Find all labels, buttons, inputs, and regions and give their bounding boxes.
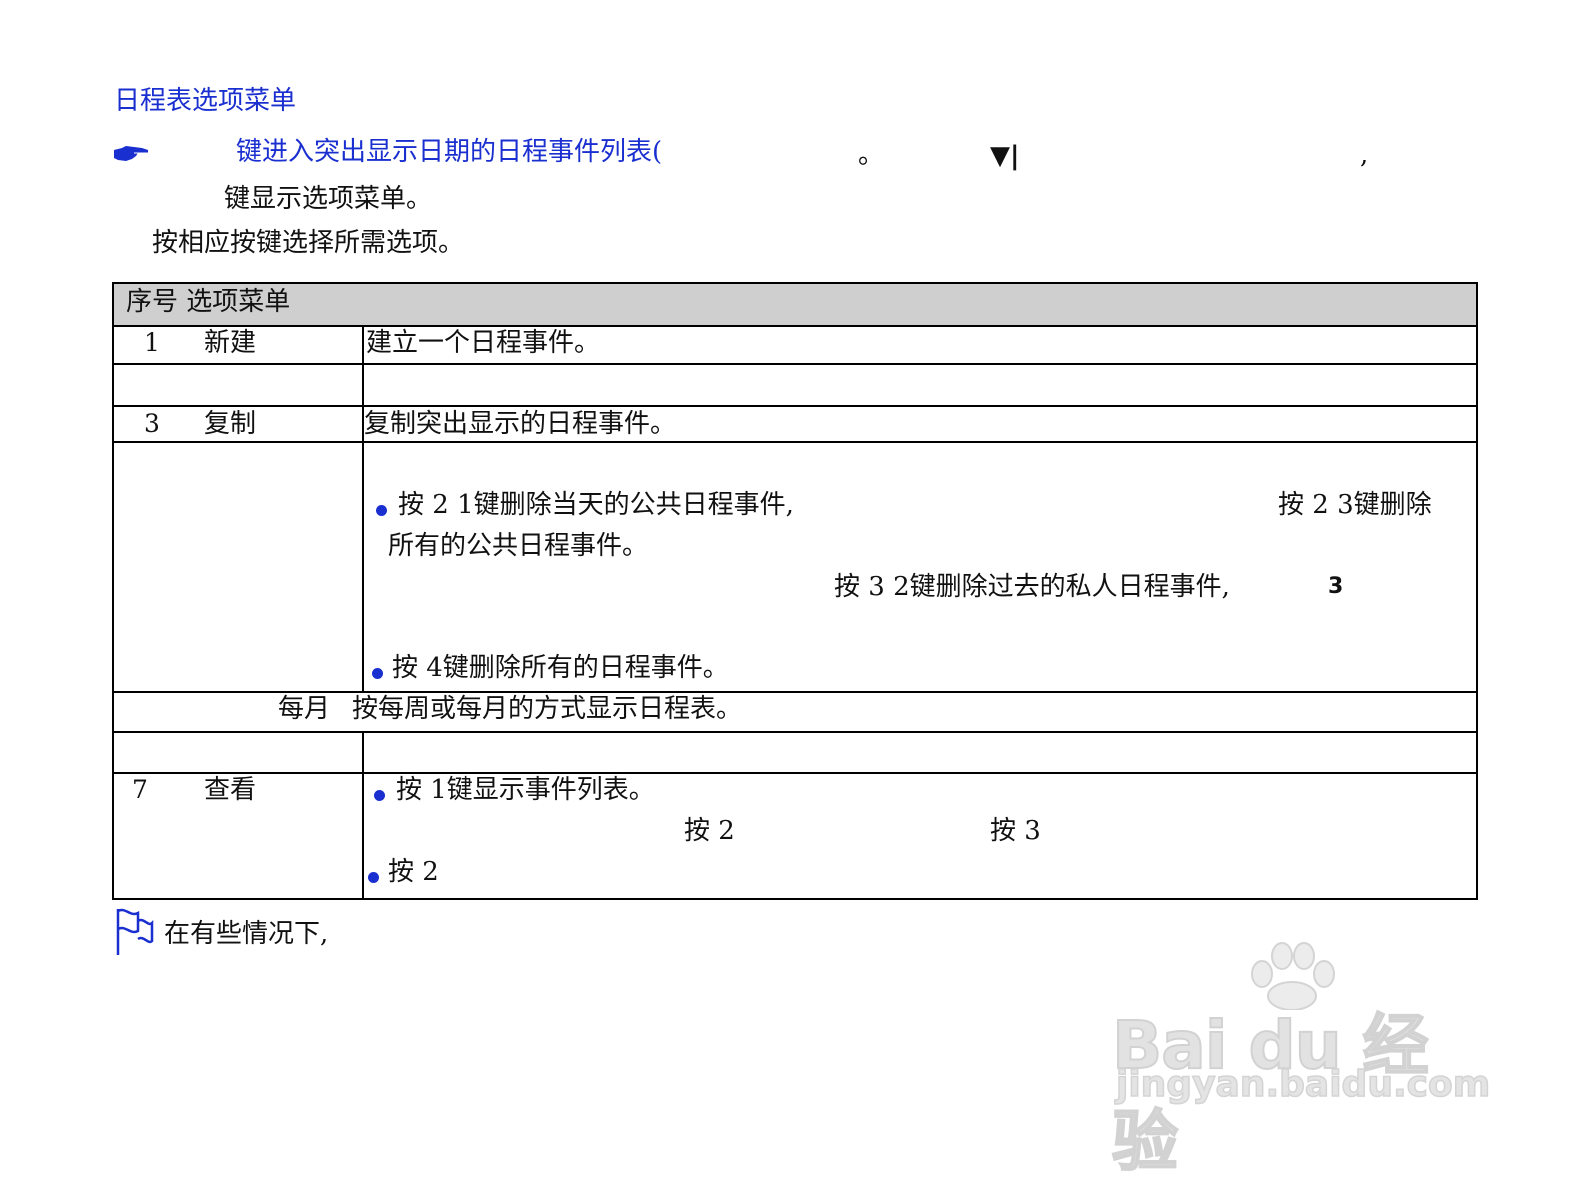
note-text: 在有些情况下, bbox=[164, 919, 329, 949]
column-divider bbox=[362, 325, 364, 692]
pointing-hand-icon bbox=[114, 146, 148, 161]
intro-comma: , bbox=[1360, 140, 1369, 170]
row-5-desc: 按每周或每月的方式显示日程表。 bbox=[352, 694, 743, 724]
intro-line-2: 键显示选项菜单。 bbox=[224, 184, 433, 214]
column-divider bbox=[362, 731, 364, 900]
intro-line-3: 按相应按键选择所需选项。 bbox=[152, 228, 465, 258]
row-4-bullet-1b: 按 2 3键删除 bbox=[1278, 490, 1432, 520]
watermark-url: jingyan.baidu.com bbox=[1115, 1063, 1491, 1106]
row-7-bullet-2: 按 2 bbox=[388, 857, 439, 887]
row-divider bbox=[114, 772, 1476, 774]
row-4-bullet-1a: 按 2 1键删除当天的公共日程事件, bbox=[398, 490, 794, 520]
row-4-bullet-1c: 所有的公共日程事件。 bbox=[388, 531, 649, 561]
row-divider bbox=[114, 731, 1476, 733]
row-3-number: 3 bbox=[144, 409, 160, 438]
row-1-number: 1 bbox=[144, 328, 160, 357]
row-3-desc: 复制突出显示的日程事件。 bbox=[364, 409, 677, 439]
row-1-desc: 建立一个日程事件。 bbox=[366, 328, 601, 358]
bullet-icon bbox=[376, 505, 387, 516]
intro-line-1: 键进入突出显示日期的日程事件列表( bbox=[236, 137, 663, 167]
row-5-name: 每月 bbox=[278, 694, 331, 724]
bullet-icon bbox=[368, 872, 379, 883]
row-divider bbox=[114, 325, 1476, 327]
row-7-name: 查看 bbox=[204, 775, 257, 805]
bullet-icon bbox=[372, 668, 383, 679]
row-7-line-2a: 按 2 bbox=[684, 816, 735, 846]
row-7-bullet-1: 按 1键显示事件列表。 bbox=[396, 775, 655, 805]
row-3-name: 复制 bbox=[204, 409, 257, 439]
page-heading: 日程表选项菜单 bbox=[114, 86, 297, 116]
row-1-name: 新建 bbox=[204, 328, 257, 358]
options-table bbox=[112, 282, 1478, 900]
intro-period: 。 bbox=[858, 140, 885, 170]
table-header: 序号 选项菜单 bbox=[126, 287, 291, 317]
row-divider bbox=[114, 405, 1476, 407]
baidu-watermark: Bai du 经验 jingyan.baidu.com bbox=[1111, 940, 1491, 1181]
row-4-line-2b: 3 bbox=[1328, 574, 1344, 599]
row-7-number: 7 bbox=[132, 775, 148, 804]
row-divider bbox=[114, 363, 1476, 365]
down-arrow-key-icon: ▼| bbox=[990, 141, 1020, 171]
row-4-bullet-2: 按 4键删除所有的日程事件。 bbox=[392, 653, 729, 683]
bullet-icon bbox=[374, 790, 385, 801]
row-4-line-2a: 按 3 2键删除过去的私人日程事件, bbox=[834, 572, 1230, 602]
table-header-bg bbox=[114, 284, 1476, 326]
row-7-line-2b: 按 3 bbox=[990, 816, 1041, 846]
row-divider bbox=[114, 691, 1476, 693]
flag-note-icon bbox=[116, 908, 154, 955]
row-divider bbox=[114, 441, 1476, 443]
